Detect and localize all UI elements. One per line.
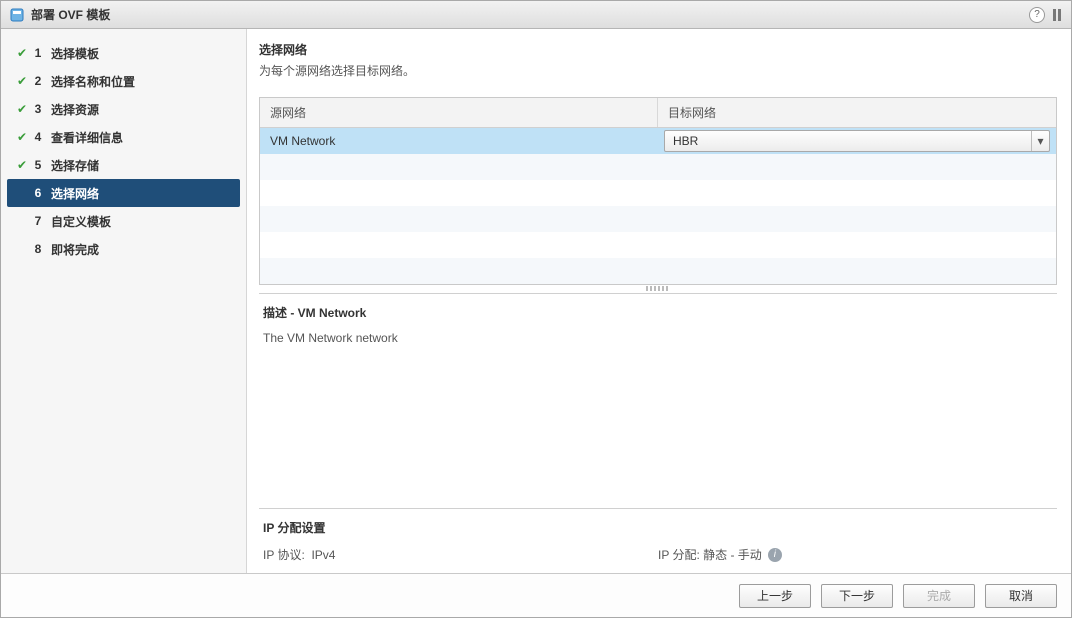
pin-icon[interactable] xyxy=(1051,8,1063,22)
next-button[interactable]: 下一步 xyxy=(821,584,893,608)
step-review-details[interactable]: ✔ 4 查看详细信息 xyxy=(1,123,246,151)
ip-allocation: IP 分配: 静态 - 手动 i xyxy=(658,546,1053,563)
grip-icon xyxy=(646,286,670,291)
back-button[interactable]: 上一步 xyxy=(739,584,811,608)
table-row xyxy=(260,180,1056,206)
wizard-content: 选择网络 为每个源网络选择目标网络。 源网络 目标网络 VM Network H… xyxy=(247,29,1071,573)
dropdown-value: HBR xyxy=(665,134,1031,148)
ovf-deploy-dialog: 部署 OVF 模板 ? ✔ 1 选择模板 ✔ 2 选择名称和位置 ✔ 3 选择资… xyxy=(0,0,1072,618)
ip-protocol: IP 协议: IPv4 xyxy=(263,546,658,563)
check-icon: ✔ xyxy=(15,46,29,60)
table-row xyxy=(260,154,1056,180)
step-customize-template[interactable]: 7 自定义模板 xyxy=(1,207,246,235)
step-ready-complete: 8 即将完成 xyxy=(1,235,246,263)
ip-settings-title: IP 分配设置 xyxy=(263,519,1053,536)
finish-button[interactable]: 完成 xyxy=(903,584,975,608)
table-row xyxy=(260,258,1056,284)
page-subheading: 为每个源网络选择目标网络。 xyxy=(259,62,1057,79)
titlebar: 部署 OVF 模板 ? xyxy=(1,1,1071,29)
table-row xyxy=(260,206,1056,232)
check-icon: ✔ xyxy=(15,158,29,172)
help-icon[interactable]: ? xyxy=(1029,7,1045,23)
chevron-down-icon: ▾ xyxy=(1031,131,1049,151)
info-icon[interactable]: i xyxy=(768,548,782,562)
wizard-footer: 上一步 下一步 完成 取消 xyxy=(1,573,1071,617)
target-network-dropdown[interactable]: HBR ▾ xyxy=(664,130,1050,152)
network-description: 描述 - VM Network The VM Network network xyxy=(259,293,1057,345)
splitter[interactable] xyxy=(259,285,1057,293)
step-select-template[interactable]: ✔ 1 选择模板 xyxy=(1,39,246,67)
network-mapping-table: 源网络 目标网络 VM Network HBR ▾ xyxy=(259,97,1057,285)
ip-allocation-settings: IP 分配设置 IP 协议: IPv4 IP 分配: 静态 - 手动 i xyxy=(259,508,1057,573)
cancel-button[interactable]: 取消 xyxy=(985,584,1057,608)
step-select-resource[interactable]: ✔ 3 选择资源 xyxy=(1,95,246,123)
step-select-name-location[interactable]: ✔ 2 选择名称和位置 xyxy=(1,67,246,95)
description-text: The VM Network network xyxy=(263,331,1053,345)
col-target-network[interactable]: 目标网络 xyxy=(658,98,1056,127)
ovf-icon xyxy=(9,7,25,23)
table-row[interactable]: VM Network HBR ▾ xyxy=(260,128,1056,154)
check-icon: ✔ xyxy=(15,74,29,88)
step-select-storage[interactable]: ✔ 5 选择存储 xyxy=(1,151,246,179)
col-source-network[interactable]: 源网络 xyxy=(260,98,658,127)
step-select-networks[interactable]: ✔ 6 选择网络 xyxy=(7,179,240,207)
source-network-cell: VM Network xyxy=(260,134,658,148)
description-title: 描述 - VM Network xyxy=(263,304,1053,321)
check-icon: ✔ xyxy=(15,102,29,116)
table-row xyxy=(260,232,1056,258)
dialog-title: 部署 OVF 模板 xyxy=(31,6,110,23)
check-icon: ✔ xyxy=(15,130,29,144)
wizard-sidebar: ✔ 1 选择模板 ✔ 2 选择名称和位置 ✔ 3 选择资源 ✔ 4 查看详细信息… xyxy=(1,29,247,573)
page-heading: 选择网络 xyxy=(259,41,1057,58)
